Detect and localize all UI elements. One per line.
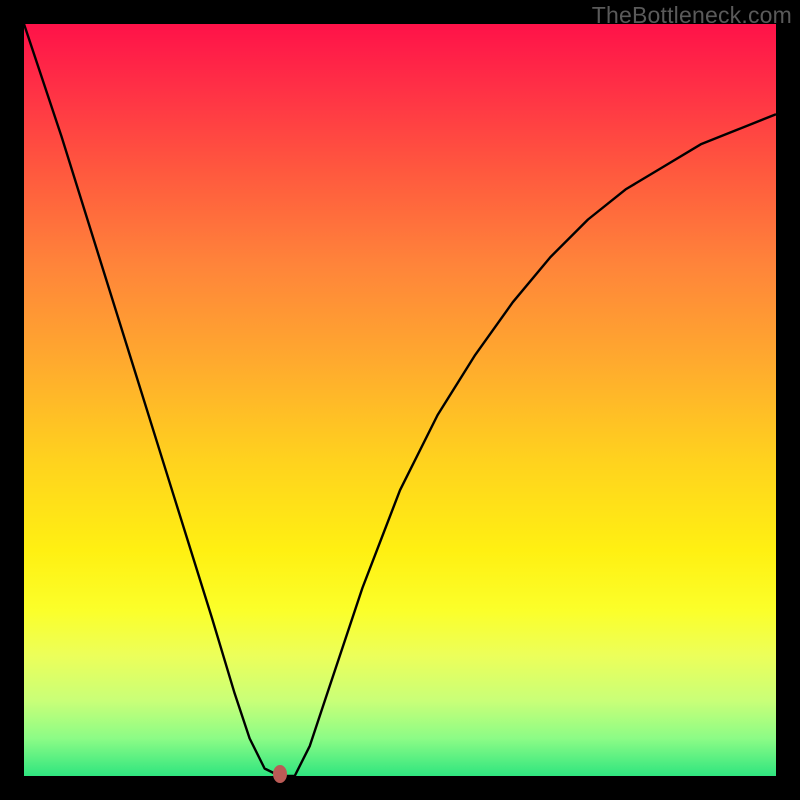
bottleneck-curve	[24, 24, 776, 776]
watermark-text: TheBottleneck.com	[592, 2, 792, 29]
chart-frame: TheBottleneck.com	[0, 0, 800, 800]
plot-area	[24, 24, 776, 776]
curve-path	[24, 24, 776, 776]
minimum-marker	[273, 765, 287, 783]
